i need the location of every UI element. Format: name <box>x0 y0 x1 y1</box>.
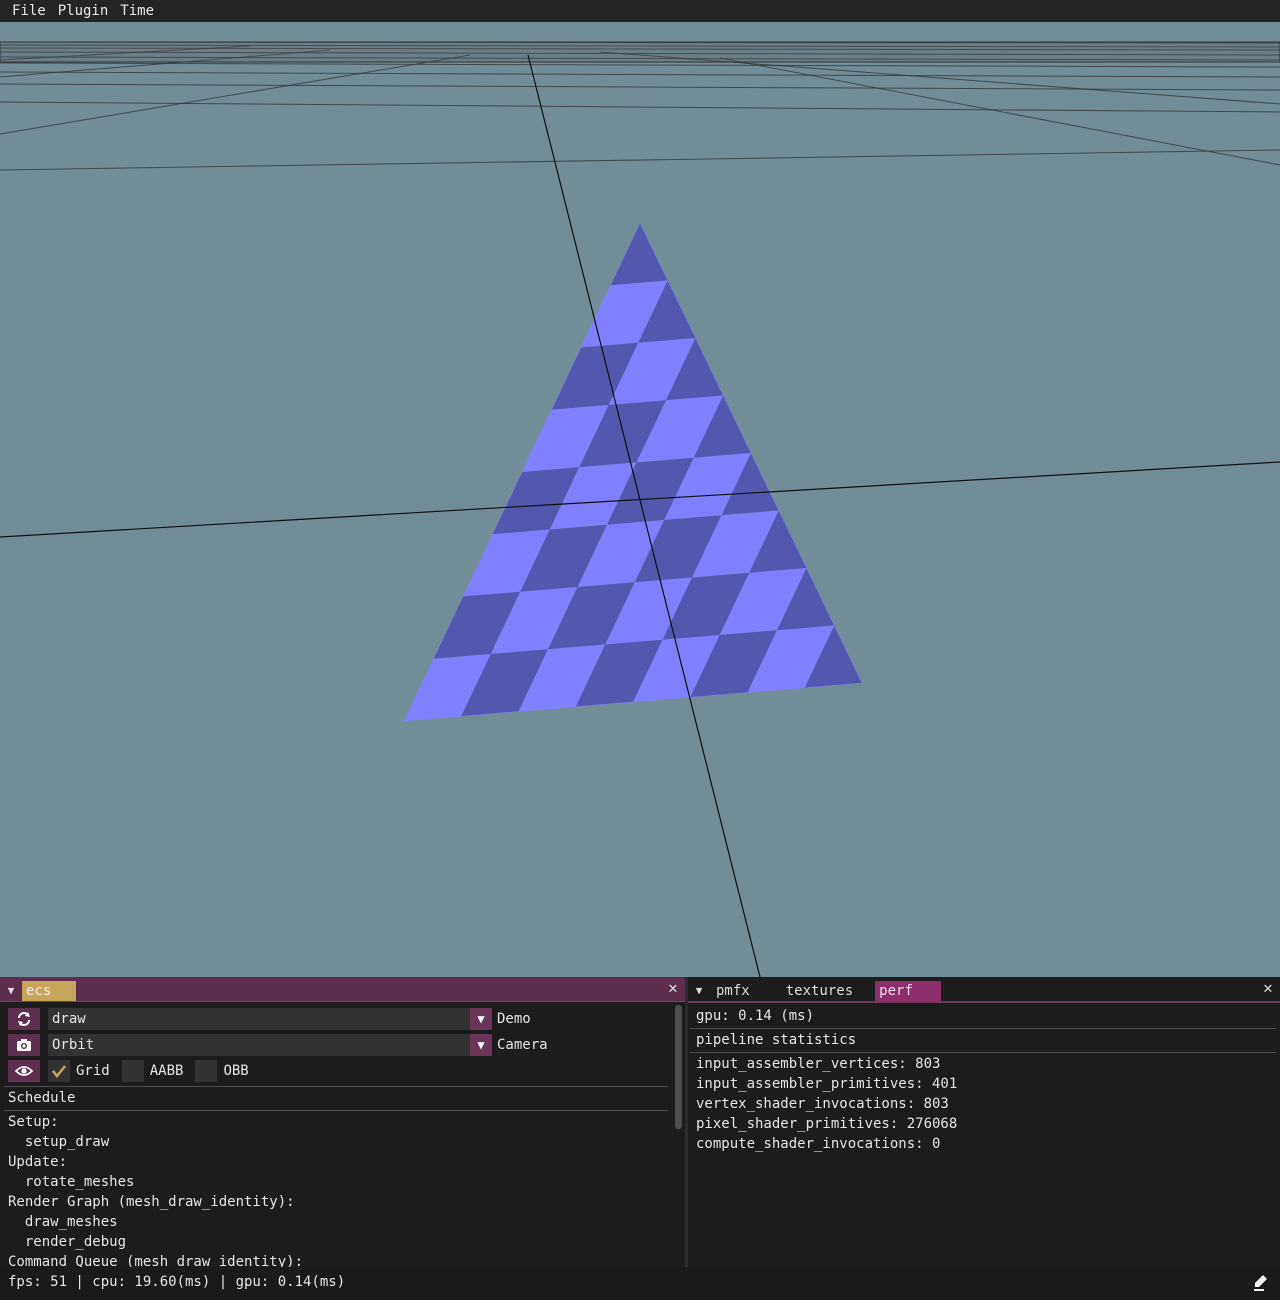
close-icon[interactable]: ✕ <box>665 980 681 996</box>
reload-icon[interactable] <box>8 1008 40 1030</box>
grid-line <box>0 101 1280 113</box>
stat-line: input_assembler_primitives: 401 <box>696 1076 958 1092</box>
tab-perf[interactable]: perf <box>875 981 942 1001</box>
grid-label: Grid <box>76 1063 110 1079</box>
schedule-line: Command Queue (mesh draw identity): <box>8 1254 304 1267</box>
schedule-line: draw_meshes <box>8 1214 118 1230</box>
3d-viewport[interactable] <box>0 22 1280 977</box>
menu-file[interactable]: File <box>0 0 54 22</box>
ecs-tab-bar: ▼ ecs ✕ <box>0 977 685 1002</box>
menu-plugin[interactable]: Plugin <box>54 0 117 22</box>
demo-row: draw ▼ Demo <box>8 1008 531 1030</box>
camera-label: Camera <box>497 1037 548 1053</box>
camera-icon[interactable] <box>8 1034 40 1056</box>
ecs-panel: ▼ ecs ✕ draw ▼ Demo Orbit ▼ Camera Grid <box>0 977 685 1267</box>
grid-line <box>0 149 1280 171</box>
status-text: fps: 51 | cpu: 19.60(ms) | gpu: 0.14(ms) <box>8 1274 346 1290</box>
camera-row: Orbit ▼ Camera <box>8 1034 548 1056</box>
eye-icon[interactable] <box>8 1060 40 1082</box>
schedule-line: setup_draw <box>8 1134 110 1150</box>
schedule-line: Update: <box>8 1154 68 1170</box>
divider <box>690 1028 1276 1029</box>
menu-bar: File Plugin Time <box>0 0 1280 23</box>
collapse-arrow-icon[interactable]: ▼ <box>688 979 710 1001</box>
close-icon[interactable]: ✕ <box>1260 980 1276 996</box>
divider <box>690 1052 1276 1053</box>
grid-checkbox[interactable] <box>48 1060 70 1082</box>
divider <box>4 1110 668 1111</box>
schedule-line: Render Graph (mesh_draw_identity): <box>8 1194 295 1210</box>
schedule-line: Setup: <box>8 1114 59 1130</box>
grid-lines <box>0 41 1280 171</box>
grid-line <box>0 71 1280 78</box>
checkmark-icon <box>51 1065 67 1078</box>
stat-line: vertex_shader_invocations: 803 <box>696 1096 949 1112</box>
stat-line: compute_shader_invocations: 0 <box>696 1136 941 1152</box>
view-toggles-row: Grid AABB OBB <box>8 1060 261 1082</box>
grid-line <box>0 62 1280 68</box>
collapse-arrow-icon[interactable]: ▼ <box>0 979 22 1001</box>
obb-label: OBB <box>223 1063 249 1079</box>
demo-select[interactable]: draw ▼ <box>48 1008 492 1030</box>
stat-line: pixel_shader_primitives: 276068 <box>696 1116 958 1132</box>
demo-select-value: draw <box>52 1011 86 1027</box>
menu-time[interactable]: Time <box>116 0 162 22</box>
checker-cell <box>610 223 668 286</box>
gpu-time: gpu: 0.14 (ms) <box>696 1008 815 1024</box>
tab-pmfx[interactable]: pmfx <box>712 981 758 1001</box>
stat-line: input_assembler_vertices: 803 <box>696 1056 941 1072</box>
tab-ecs[interactable]: ecs <box>22 981 76 1001</box>
pen-icon[interactable] <box>1254 1275 1268 1291</box>
tab-textures[interactable]: textures <box>782 981 861 1001</box>
ecs-scrollbar-thumb[interactable] <box>675 1005 682 1129</box>
aabb-checkbox[interactable] <box>121 1060 144 1082</box>
status-bar: fps: 51 | cpu: 19.60(ms) | gpu: 0.14(ms) <box>0 1267 1280 1300</box>
schedule-line: rotate_meshes <box>8 1174 135 1190</box>
chevron-down-icon[interactable]: ▼ <box>470 1034 492 1056</box>
horizon-haze <box>0 41 1280 63</box>
divider <box>4 1086 668 1087</box>
perf-tab-bar: ▼ pmfx textures perf ✕ <box>688 977 1280 1003</box>
schedule-header[interactable]: Schedule <box>0 1087 75 1109</box>
camera-select-value: Orbit <box>52 1037 95 1053</box>
pipeline-statistics-header[interactable]: pipeline statistics <box>696 1030 856 1050</box>
scene-canvas <box>0 41 1280 977</box>
grid-line <box>0 54 471 135</box>
schedule-line: render_debug <box>8 1234 127 1250</box>
chevron-down-icon[interactable]: ▼ <box>470 1008 492 1030</box>
obb-checkbox[interactable] <box>195 1060 218 1082</box>
camera-select[interactable]: Orbit ▼ <box>48 1034 492 1056</box>
aabb-label: AABB <box>149 1063 184 1079</box>
demo-label: Demo <box>497 1011 531 1027</box>
